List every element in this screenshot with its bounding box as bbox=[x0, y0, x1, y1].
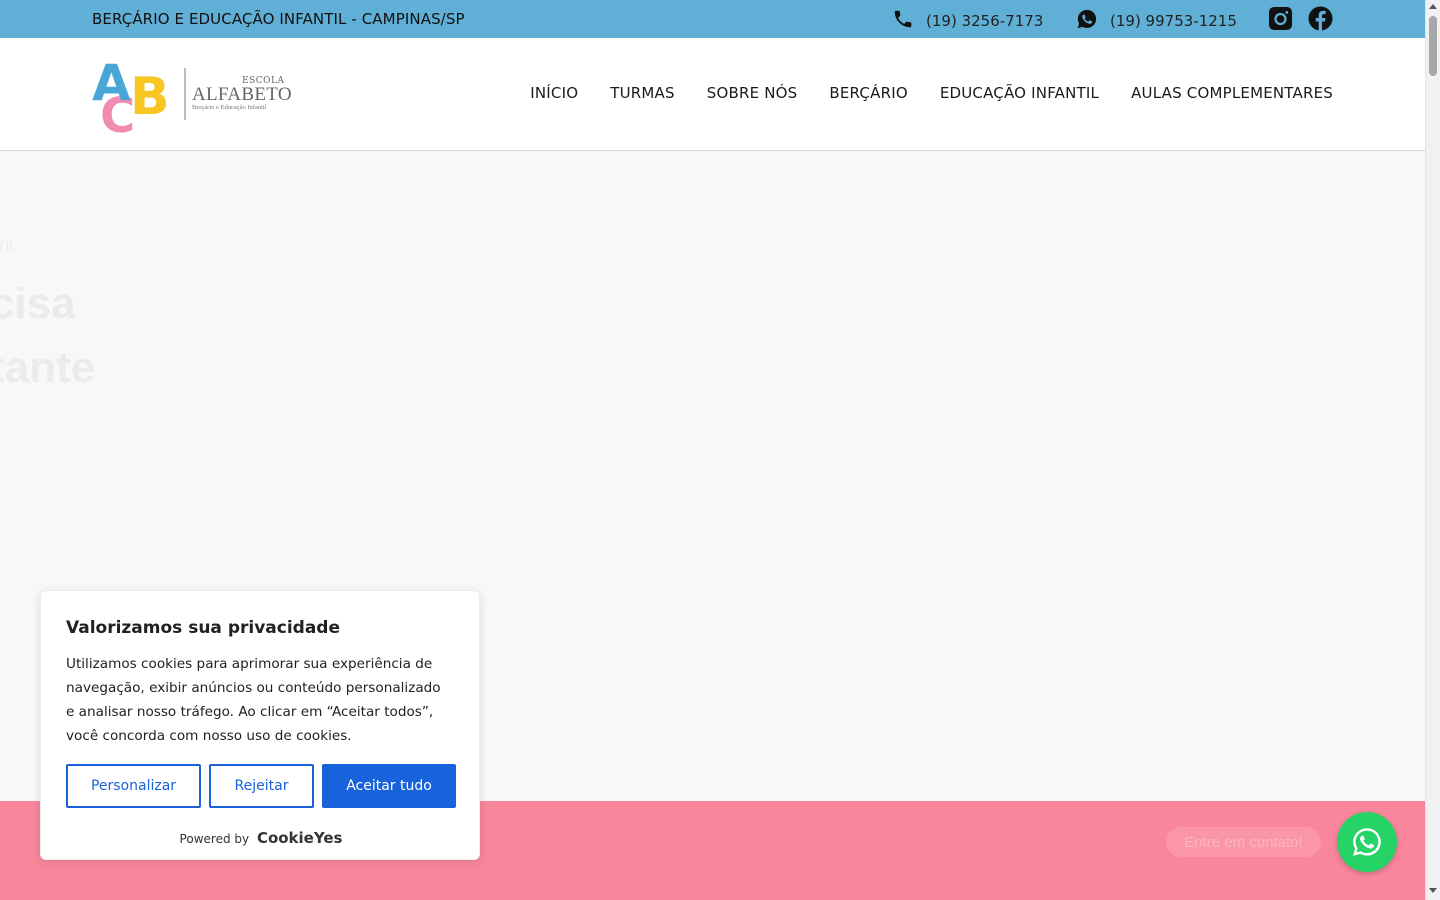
facebook-icon bbox=[1308, 6, 1333, 31]
main-nav: INÍCIO TURMAS SOBRE NÓS BERÇÁRIO EDUCAÇÃ… bbox=[530, 84, 1333, 102]
phone-icon bbox=[892, 8, 914, 34]
svg-text:B: B bbox=[130, 67, 170, 127]
cookie-body: Utilizamos cookies para aprimorar sua ex… bbox=[66, 656, 441, 744]
nav-inicio[interactable]: INÍCIO bbox=[530, 84, 578, 102]
phone-number: (19) 3256-7173 bbox=[926, 12, 1044, 30]
page-scrollbar[interactable] bbox=[1425, 0, 1440, 900]
accept-all-button[interactable]: Aceitar tudo bbox=[322, 764, 456, 808]
nav-aulas-complementares[interactable]: AULAS COMPLEMENTARES bbox=[1131, 84, 1333, 102]
instagram-icon bbox=[1269, 7, 1292, 30]
hero-ghost-heading-line2: tante bbox=[0, 343, 96, 392]
top-info-bar: BERÇÁRIO E EDUCAÇÃO INFANTIL - CAMPINAS/… bbox=[0, 0, 1425, 38]
nav-turmas[interactable]: TURMAS bbox=[610, 84, 675, 102]
powered-by-label: Powered by bbox=[179, 832, 250, 846]
cookie-title: Valorizamos sua privacidade bbox=[66, 618, 341, 638]
powered-by: Powered by CookieYes bbox=[41, 829, 481, 847]
hero-ghost-eyebrow: TIL bbox=[0, 237, 18, 253]
school-logo[interactable]: C B A ESCOLA ALFABETO Berçário e Educaçã… bbox=[90, 52, 292, 144]
cookieyes-logo[interactable]: CookieYes bbox=[257, 829, 343, 847]
phone-contact[interactable]: (19) 3256-7173 bbox=[892, 8, 1043, 34]
tagline: BERÇÁRIO E EDUCAÇÃO INFANTIL - CAMPINAS/… bbox=[92, 10, 465, 28]
logo-subtitle: Berçário e Educação Infantil bbox=[192, 104, 267, 111]
whatsapp-float-button[interactable] bbox=[1337, 812, 1397, 872]
whatsapp-number: (19) 99753-1215 bbox=[1110, 12, 1237, 30]
customize-button[interactable]: Personalizar bbox=[66, 764, 201, 808]
whatsapp-tooltip: Entre em contato! bbox=[1166, 827, 1321, 857]
nav-bercario[interactable]: BERÇÁRIO bbox=[829, 84, 907, 102]
scroll-up-arrow-icon[interactable] bbox=[1429, 4, 1437, 9]
nav-educacao-infantil[interactable]: EDUCAÇÃO INFANTIL bbox=[940, 84, 1099, 102]
facebook-link[interactable] bbox=[1308, 6, 1333, 31]
whatsapp-contact[interactable]: (19) 99753-1215 bbox=[1076, 8, 1237, 34]
scroll-down-arrow-icon[interactable] bbox=[1429, 888, 1437, 893]
instagram-link[interactable] bbox=[1268, 6, 1293, 31]
cookie-consent-dialog: Valorizamos sua privacidade Utilizamos c… bbox=[40, 590, 480, 860]
nav-sobre-nos[interactable]: SOBRE NÓS bbox=[707, 84, 798, 102]
scrollbar-thumb[interactable] bbox=[1429, 16, 1437, 76]
site-header: C B A ESCOLA ALFABETO Berçário e Educaçã… bbox=[0, 38, 1425, 151]
svg-text:A: A bbox=[92, 54, 131, 112]
hero-ghost-heading-line1: cisa bbox=[0, 279, 76, 328]
logo-name: ALFABETO bbox=[192, 84, 292, 105]
reject-button[interactable]: Rejeitar bbox=[209, 764, 314, 808]
whatsapp-icon bbox=[1076, 8, 1098, 34]
whatsapp-icon bbox=[1353, 828, 1381, 856]
